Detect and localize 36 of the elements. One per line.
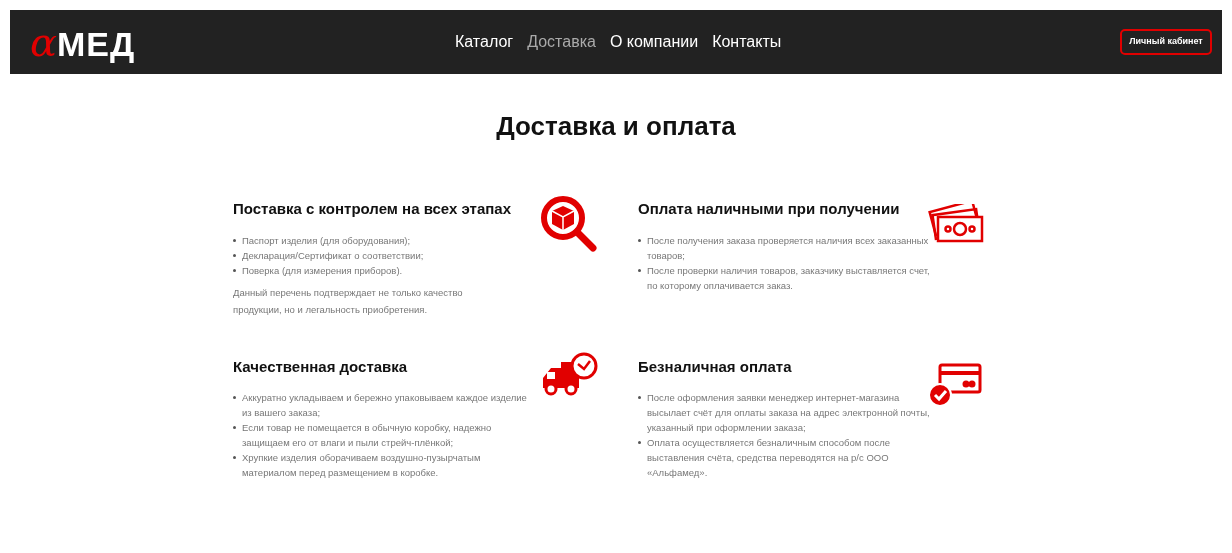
nav-link[interactable]: Доставка <box>527 30 596 54</box>
banknotes-icon <box>928 204 984 244</box>
bullet-text: Поверка (для измерения приборов). <box>242 263 403 278</box>
bullet-text: После оформления заявки менеджер интернет-магазина высылает счёт для оплаты заказа на адрес электронной почты, указанный при оформлении заказа; <box>647 391 931 435</box>
note-text: Данный перечень подтверждает не только качество продукции, но и легальность приобретения. <box>233 285 464 317</box>
section-heading: Оплата наличными при получении <box>638 199 901 219</box>
section-heading: Поставка с контролем на всех этапах <box>233 199 513 219</box>
section-heading: Качественная доставка <box>233 356 409 377</box>
bullet-text: Паспорт изделия (для оборудования); <box>242 233 411 248</box>
package-magnifier-icon <box>539 194 597 252</box>
bullet-text: Хрупкие изделия оборачиваем воздушно-пузырчатым материалом перед размещением в коробке. <box>242 451 482 480</box>
nav-link[interactable]: О компании <box>609 30 699 54</box>
bullet-text: После получения заказа проверяется наличия всех заказанных товаров; <box>647 233 930 263</box>
bullet-text: Аккуратно укладываем и бережно упаковываем каждое изделие из вашего заказа; <box>242 391 528 420</box>
bullet-icon <box>638 396 641 399</box>
bullet-text: После проверки наличия товаров, заказчику выставляется счет, по которому оплачивается заказ. <box>647 263 931 293</box>
nav-link[interactable]: Контакты <box>712 30 782 54</box>
section-heading: Безналичная оплата <box>638 356 793 377</box>
page-title: Доставка и оплата <box>495 110 737 143</box>
bullet-icon <box>638 238 641 242</box>
bullet-icon <box>638 441 641 444</box>
logo-text: МЕД <box>57 27 136 61</box>
logo-alpha: α <box>30 22 57 62</box>
nav-link[interactable]: Каталог <box>455 30 514 54</box>
account-button[interactable]: Личный кабинет <box>1120 29 1212 55</box>
bullet-icon <box>233 426 236 429</box>
bullet-text: Оплата осуществляется безналичным способом после выставления счёта, средства переводятся на р/с ООО «Альфамед». <box>647 436 891 480</box>
bullet-icon <box>233 268 236 272</box>
bullet-icon <box>233 396 236 399</box>
bullet-icon <box>233 253 236 257</box>
bullet-text: Декларация/Сертификат о соответствии; <box>242 248 424 263</box>
bullet-text: Если товар не помещается в обычную коробку, надежно защищаем его от влаги и пыли стрейч-плёнкой; <box>242 421 493 450</box>
bullet-icon <box>638 268 641 272</box>
bullet-icon <box>233 456 236 459</box>
card-check-icon <box>928 361 982 408</box>
bullet-icon <box>233 238 236 242</box>
